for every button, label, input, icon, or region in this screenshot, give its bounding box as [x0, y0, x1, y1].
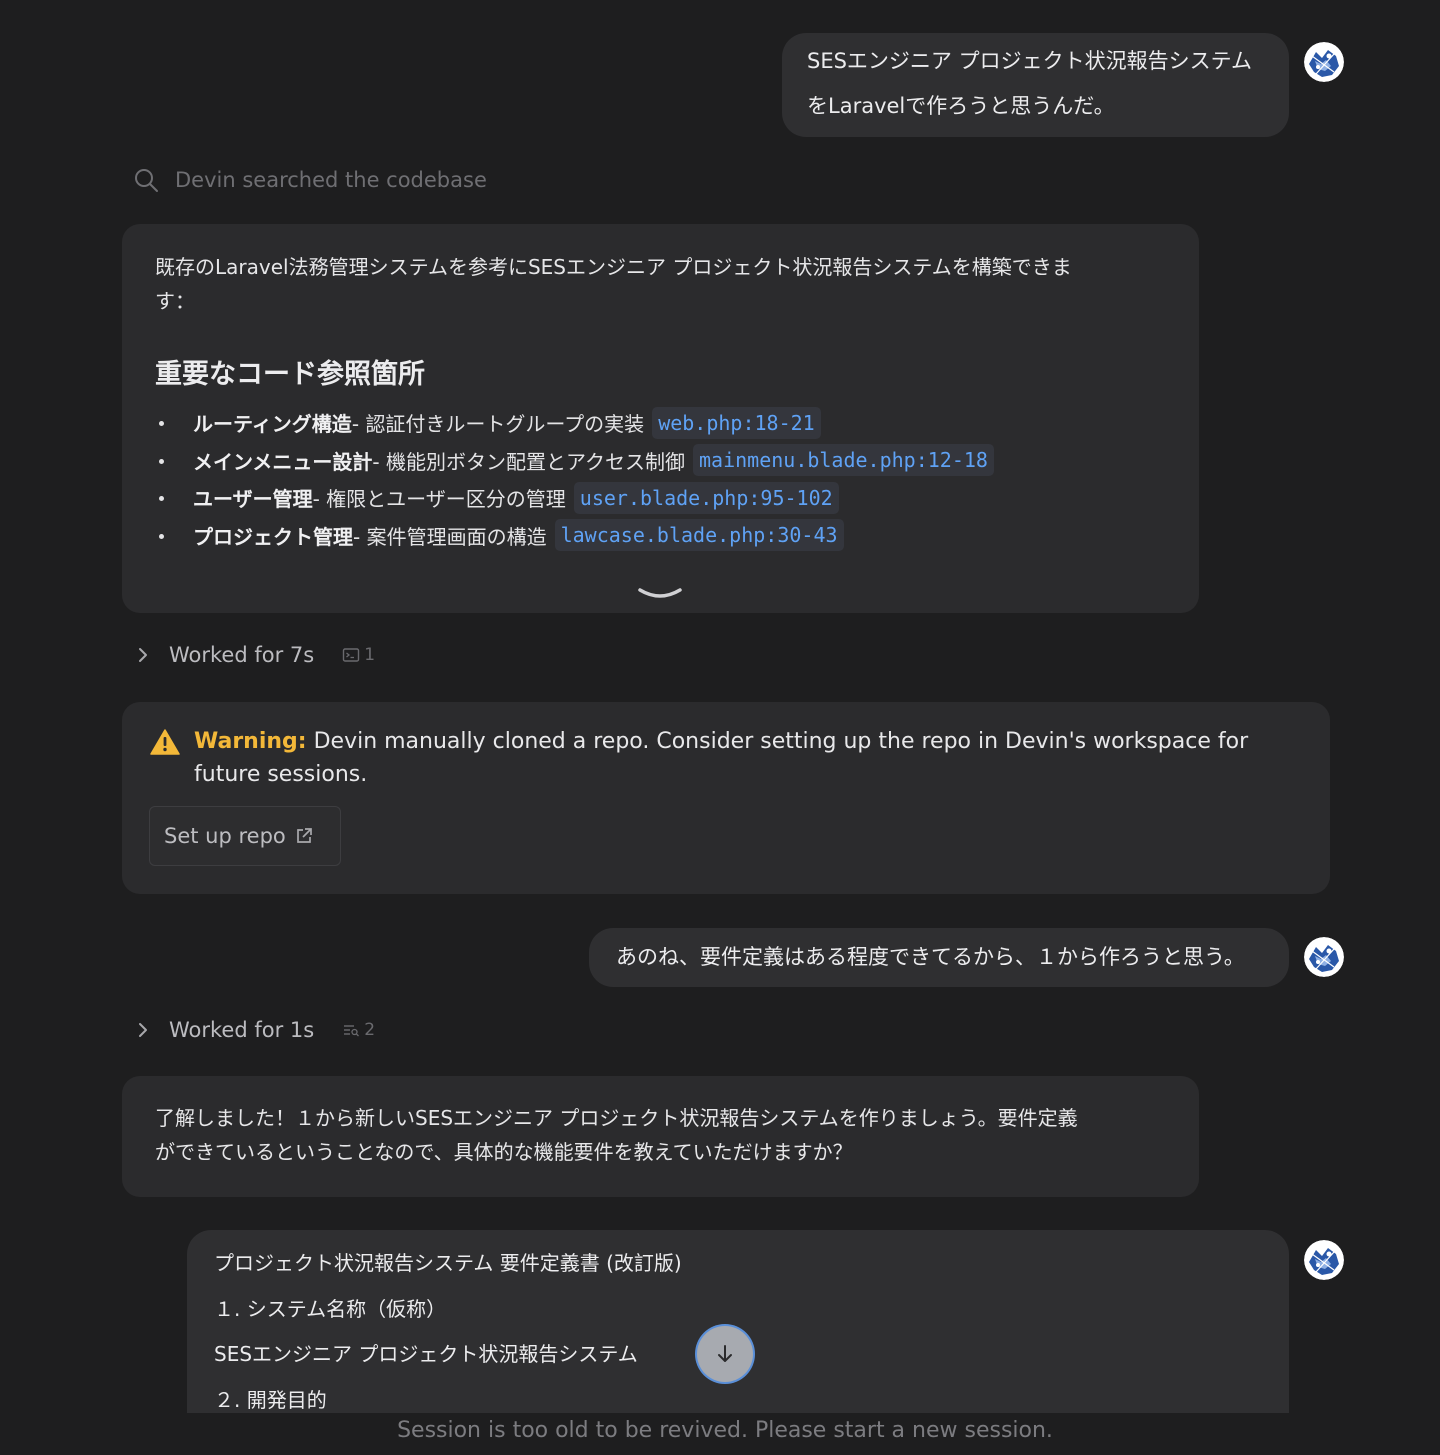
list-item: ルーティング構造 - 認証付きルートグループの実装 web.php:18-21 [155, 404, 994, 442]
chevron-right-icon [139, 648, 147, 662]
doc-section-heading: ２. 開発目的 [214, 1388, 327, 1412]
ref-title: メインメニュー設計 [193, 449, 373, 474]
assistant-reply-card: 了解しました！１から新しいSESエンジニア プロジェクト状況報告システムを作りま… [122, 1076, 1199, 1197]
warning-label: Warning: [194, 729, 307, 754]
set-up-repo-label: Set up repo [164, 824, 286, 848]
doc-section-heading: １. システム名称（仮称） [214, 1297, 447, 1321]
warning-message: Warning: Devin manually cloned a repo. C… [194, 725, 1294, 791]
search-status-text: Devin searched the codebase [175, 168, 487, 192]
ref-desc: - 機能別ボタン配置とアクセス制御 [372, 449, 685, 474]
ref-title: ユーザー管理 [193, 487, 313, 512]
terminal-icon [343, 648, 360, 662]
search-count-value: 2 [364, 1020, 376, 1040]
worked-toggle[interactable]: Worked for 7s 1 [133, 639, 375, 671]
section-heading: 重要なコード参照箇所 [155, 359, 425, 390]
search-status: Devin searched the codebase [133, 164, 487, 196]
list-item: プロジェクト管理 - 案件管理画面の構造 lawcase.blade.php:3… [155, 517, 994, 555]
user-avatar [1304, 42, 1344, 82]
worked-toggle[interactable]: Worked for 1s 2 [133, 1014, 375, 1046]
ref-title: ルーティング構造 [193, 412, 352, 437]
expand-chevron-icon[interactable] [637, 584, 683, 604]
doc-title: プロジェクト状況報告システム 要件定義書 (改訂版) [214, 1251, 682, 1275]
code-reference-link[interactable]: web.php:18-21 [652, 406, 821, 439]
user-message-text: あのね、要件定義はある程度できてるから、１から作ろうと思う。 [616, 945, 1245, 969]
reply-intro: す： [155, 289, 195, 313]
warning-icon [150, 729, 180, 755]
list-search-icon [344, 1025, 360, 1037]
session-expired-notice: Session is too old to be revived. Please… [397, 1418, 1053, 1443]
set-up-repo-button[interactable]: Set up repo [149, 806, 341, 866]
worked-label: Worked for 1s [169, 1018, 315, 1042]
warning-text: Devin manually cloned a repo. Consider s… [194, 729, 1249, 787]
ref-desc: - 認証付きルートグループの実装 [351, 412, 645, 437]
user-message-line: SESエンジニア プロジェクト状況報告システム [807, 49, 1252, 73]
external-link-icon [296, 828, 312, 843]
terminal-count: 1 [342, 645, 375, 665]
user-message-requirements: プロジェクト状況報告システム 要件定義書 (改訂版) １. システム名称（仮称）… [187, 1230, 1289, 1413]
doc-text: SESエンジニア プロジェクト状況報告システム [214, 1342, 638, 1366]
user-message: あのね、要件定義はある程度できてるから、１から作ろうと思う。 [589, 928, 1289, 987]
reply-text-line: 了解しました！１から新しいSESエンジニア プロジェクト状況報告システムを作りま… [155, 1106, 1078, 1130]
user-message-line: をLaravelで作ろうと思うんだ。 [807, 94, 1115, 118]
ref-desc: - 案件管理画面の構造 [353, 524, 547, 549]
code-reference-link[interactable]: mainmenu.blade.php:12-18 [692, 444, 994, 477]
assistant-reply-card: 既存のLaravel法務管理システムを参考にSESエンジニア プロジェクト状況報… [122, 224, 1199, 613]
chevron-right-icon [139, 1023, 147, 1037]
search-icon [135, 169, 158, 192]
user-avatar [1304, 1240, 1344, 1280]
scroll-to-bottom-button[interactable] [697, 1326, 753, 1382]
arrow-down-icon [718, 1345, 732, 1362]
code-reference-link[interactable]: lawcase.blade.php:30-43 [554, 519, 844, 552]
reply-text-line: ができているということなので、具体的な機能要件を教えていただけますか？ [155, 1140, 853, 1164]
ref-desc: - 権限とユーザー区分の管理 [312, 487, 566, 512]
user-avatar [1304, 937, 1344, 977]
list-item: メインメニュー設計 - 機能別ボタン配置とアクセス制御 mainmenu.bla… [155, 442, 994, 480]
ref-title: プロジェクト管理 [193, 524, 353, 549]
code-reference-list: ルーティング構造 - 認証付きルートグループの実装 web.php:18-21 … [155, 404, 994, 554]
terminal-count-value: 1 [364, 645, 376, 665]
user-message: SESエンジニア プロジェクト状況報告システム をLaravelで作ろうと思うん… [782, 33, 1289, 137]
search-count: 2 [342, 1020, 375, 1040]
chat-page: SESエンジニア プロジェクト状況報告システム をLaravelで作ろうと思うん… [0, 0, 1440, 1455]
list-item: ユーザー管理 - 権限とユーザー区分の管理 user.blade.php:95-… [155, 479, 994, 517]
worked-label: Worked for 7s [169, 643, 315, 667]
code-reference-link[interactable]: user.blade.php:95-102 [573, 481, 839, 514]
reply-intro: 既存のLaravel法務管理システムを参考にSESエンジニア プロジェクト状況報… [155, 255, 1072, 279]
